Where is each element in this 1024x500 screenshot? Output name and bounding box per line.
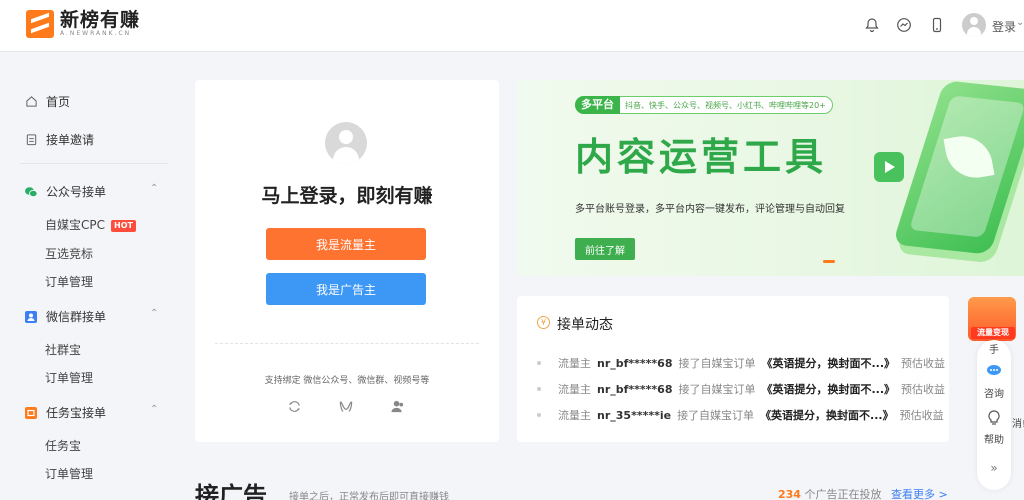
- sidebar-item-orders-3[interactable]: 订单管理: [45, 465, 93, 482]
- promo-label: 流量变现: [971, 327, 1015, 339]
- sidebar-item-invite[interactable]: 接单邀请: [24, 131, 94, 148]
- channels-icon: [338, 398, 354, 414]
- collapse-icon[interactable]: »: [977, 461, 1011, 475]
- message-tab[interactable]: 消!: [1012, 415, 1024, 430]
- float-toolbar: 手 咨询 帮助 »: [977, 340, 1011, 490]
- users-icon: [389, 398, 405, 414]
- mobile-icon[interactable]: [927, 15, 947, 35]
- logo-text: 新榜有赚: [60, 9, 141, 31]
- login-card: 马上登录，即刻有赚 我是流量主 我是广告主 支持绑定 微信公众号、微信群、视频号…: [195, 80, 499, 442]
- sidebar-item-cpc[interactable]: 自媒宝CPC HOT: [45, 216, 136, 233]
- login-link[interactable]: 登录: [992, 18, 1016, 35]
- promo-banner[interactable]: 多平台 抖音、快手、公众号、视频号、小红书、哔哩哔哩等20+ 内容运营工具 多平…: [517, 80, 1024, 276]
- section-subtitle: 接单之后，正常发布后即可直接赚钱: [289, 492, 449, 500]
- banner-title: 内容运营工具: [575, 135, 828, 179]
- chevron-down-icon[interactable]: ⌄: [1016, 17, 1024, 28]
- hot-badge: HOT: [111, 219, 136, 232]
- order-activity-card: ¥ 接单动态 流量主 nr_bf*****68 接了自媒宝订单 《英语提分，换封…: [517, 296, 949, 442]
- clipboard-icon: [24, 133, 38, 147]
- sidebar-item-taskbao[interactable]: 任务宝: [45, 437, 81, 454]
- lightbulb-icon[interactable]: [987, 410, 1001, 426]
- sidebar-divider: [20, 163, 168, 164]
- chevron-up-icon[interactable]: ⌃: [150, 183, 158, 194]
- chevron-up-icon[interactable]: ⌃: [150, 308, 158, 319]
- group-icon: [24, 310, 38, 324]
- sidebar-group-wechat-group[interactable]: 微信群接单: [24, 308, 106, 325]
- chat-icon[interactable]: [986, 364, 1002, 378]
- bind-support-text: 支持绑定 微信公众号、微信群、视频号等: [264, 376, 430, 386]
- list-item: 流量主 nr_bf*****68 接了自媒宝订单 《英语提分，换封面不...》 …: [537, 355, 945, 371]
- traffic-owner-button[interactable]: 我是流量主: [266, 228, 426, 260]
- messenger-icon[interactable]: [894, 15, 914, 35]
- sidebar-item-orders-2[interactable]: 订单管理: [45, 369, 93, 386]
- user-avatar[interactable]: [962, 13, 986, 37]
- home-icon: [24, 95, 38, 109]
- consult-button[interactable]: 咨询: [977, 385, 1011, 400]
- carousel-indicator[interactable]: [823, 260, 835, 263]
- avatar-placeholder-icon: [325, 122, 367, 164]
- play-icon: [874, 152, 904, 182]
- chevron-up-icon[interactable]: ⌃: [150, 404, 158, 415]
- logo-mark-icon: [26, 10, 54, 38]
- sidebar-group-task[interactable]: 任务宝接单: [24, 404, 106, 421]
- sidebar-item-orders-1[interactable]: 订单管理: [45, 273, 93, 290]
- task-icon: [24, 406, 38, 420]
- activity-title: 接单动态: [557, 317, 613, 333]
- sidebar: 首页 接单邀请 公众号接单 ⌃ 自媒宝CPC HOT 互选竞标 订单管理 微信群接…: [0, 52, 180, 500]
- list-item: 流量主 nr_bf*****68 接了自媒宝订单 《英语提分，换封面不...》 …: [537, 381, 945, 397]
- yen-icon: ¥: [537, 316, 550, 329]
- logo[interactable]: 新榜有赚 A.NEWRANK.CN: [26, 10, 140, 38]
- help-button[interactable]: 帮助: [977, 431, 1011, 446]
- sync-icon: [286, 398, 302, 414]
- sidebar-item-community[interactable]: 社群宝: [45, 341, 81, 358]
- list-item: 流量主 nr_35*****ie 接了自媒宝订单 《英语提分，换封面不...》 …: [537, 407, 944, 423]
- platform-tag: 多平台 抖音、快手、公众号、视频号、小红书、哔哩哔哩等20+: [575, 96, 833, 114]
- sidebar-group-wechat-official[interactable]: 公众号接单: [24, 183, 106, 200]
- sidebar-item-bidding[interactable]: 互选竞标: [45, 245, 93, 262]
- advertiser-button[interactable]: 我是广告主: [266, 273, 426, 305]
- wechat-icon: [24, 185, 38, 199]
- bell-icon[interactable]: [862, 15, 882, 35]
- divider: [215, 343, 479, 344]
- banner-description: 多平台账号登录，多平台内容一键发布，评论管理与自动回复: [575, 204, 845, 215]
- ad-count: 234 个广告正在投放: [778, 488, 882, 500]
- login-title: 马上登录，即刻有赚: [261, 185, 433, 207]
- logo-subtext: A.NEWRANK.CN: [60, 30, 132, 37]
- sidebar-item-home[interactable]: 首页: [24, 93, 70, 110]
- section-title: 接广告: [195, 482, 267, 500]
- see-more-link[interactable]: 查看更多 >: [891, 486, 948, 500]
- top-header: 新榜有赚 A.NEWRANK.CN 登录 ⌄: [0, 0, 1024, 52]
- learn-more-button[interactable]: 前往了解: [575, 238, 635, 260]
